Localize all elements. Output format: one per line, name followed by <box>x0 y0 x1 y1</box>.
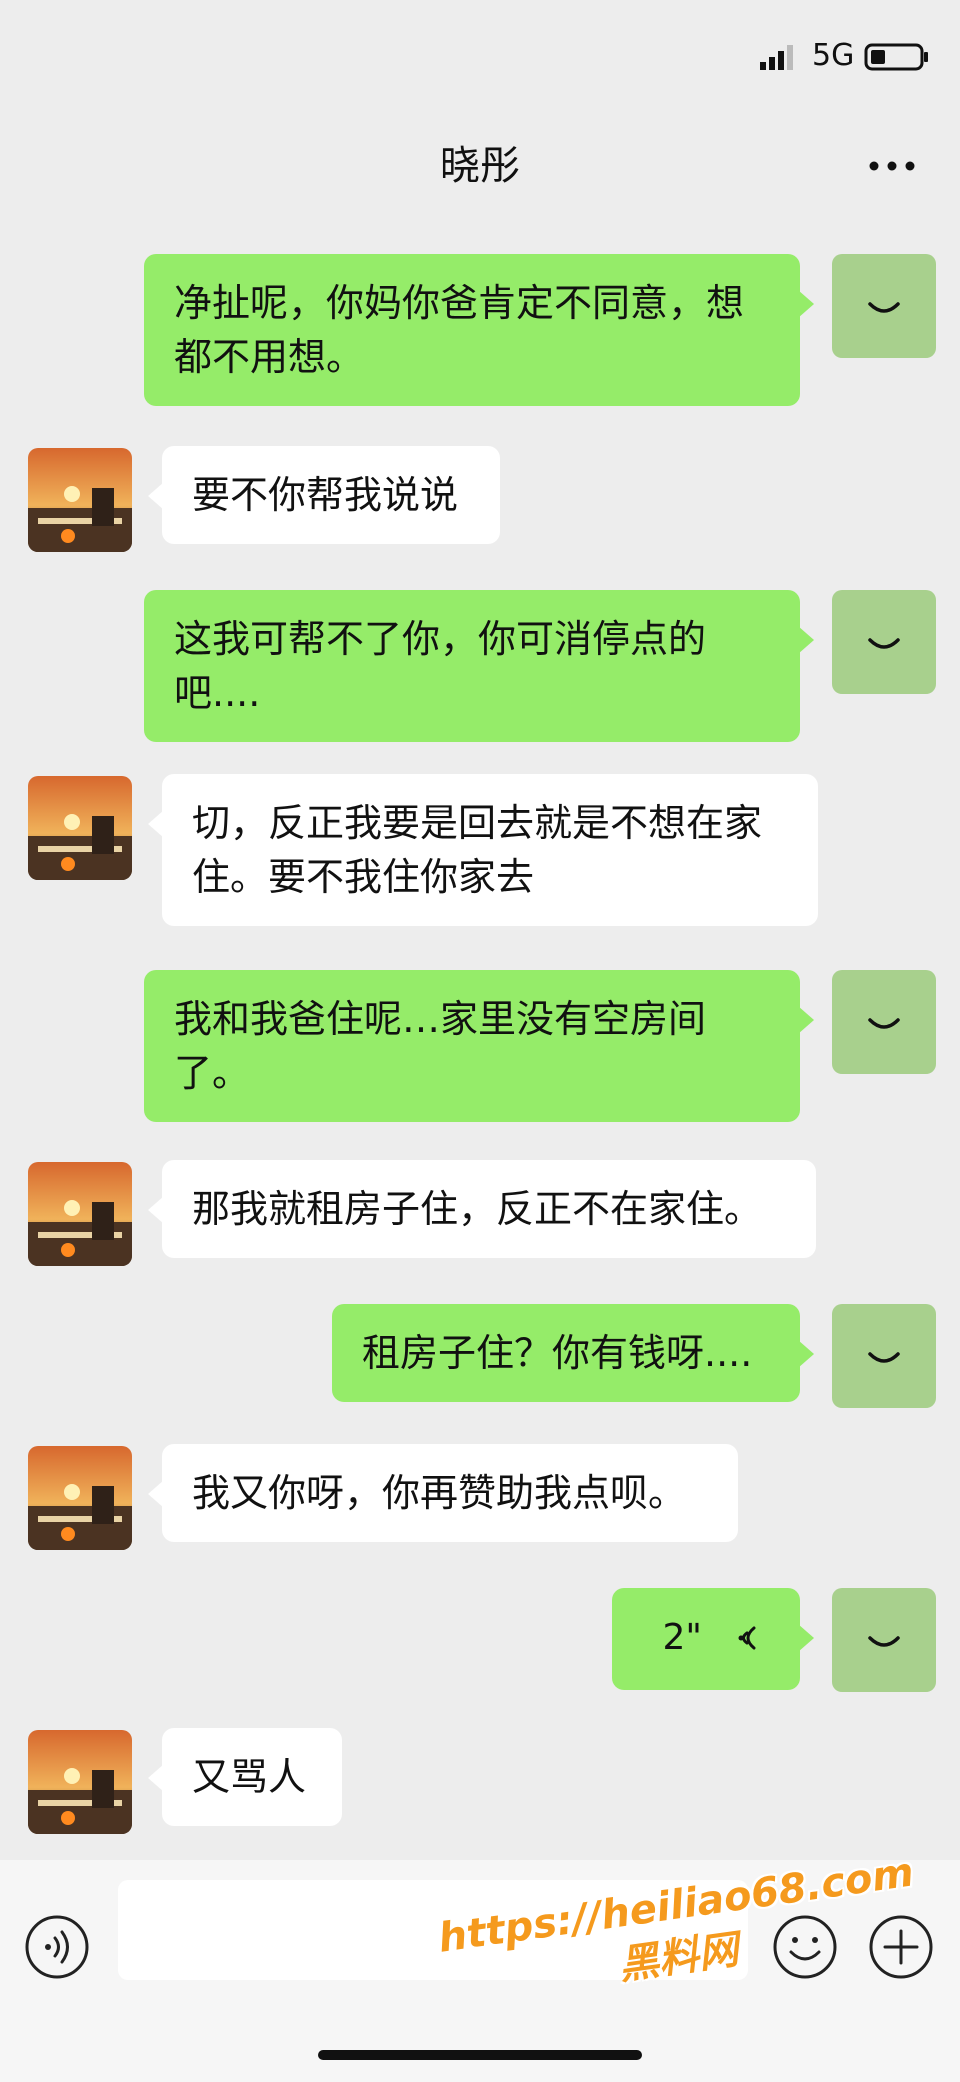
message-bubble-outgoing[interactable]: 这我可帮不了你，你可消停点的吧.... <box>144 590 814 742</box>
message-text: 净扯呢，你妈你爸肯定不同意，想都不用想。 <box>174 281 745 379</box>
message-bubble-outgoing[interactable]: 租房子住？你有钱呀.... <box>332 1304 814 1402</box>
message-text: 切，反正我要是回去就是不想在家住。要不我住你家去 <box>192 801 763 899</box>
my-avatar[interactable] <box>832 1304 936 1408</box>
signal-bars-icon <box>760 45 793 70</box>
message-bubble-incoming[interactable]: 那我就租房子住，反正不在家住。 <box>148 1160 816 1258</box>
message-bubble-outgoing[interactable]: 我和我爸住呢…家里没有空房间了。 <box>144 970 814 1122</box>
voice-message-bubble[interactable]: 2" <box>612 1588 814 1690</box>
message-bubble-outgoing[interactable]: 净扯呢，你妈你爸肯定不同意，想都不用想。 <box>144 254 814 406</box>
network-type: 5G <box>812 38 855 73</box>
contact-avatar[interactable] <box>28 1162 132 1266</box>
status-bar: 5G <box>0 0 960 110</box>
my-avatar[interactable] <box>832 1588 936 1692</box>
home-indicator[interactable] <box>318 2050 642 2060</box>
my-avatar[interactable] <box>832 254 936 358</box>
message-text: 又骂人 <box>192 1755 307 1799</box>
contact-avatar[interactable] <box>28 1446 132 1550</box>
message-bubble-incoming[interactable]: 要不你帮我说说 <box>148 446 500 544</box>
contact-name: 晓彤 <box>440 143 520 189</box>
chat-screen: 5G 晓彤 净扯呢，你妈你爸肯定不同意，想都不用想。 要不你帮我说说 这我可帮不… <box>0 0 960 2082</box>
my-avatar[interactable] <box>832 590 936 694</box>
message-text: 要不你帮我说说 <box>192 473 459 517</box>
voice-wave-icon <box>738 1626 756 1650</box>
contact-avatar[interactable] <box>28 776 132 880</box>
message-bubble-incoming[interactable]: 我又你呀，你再赞助我点呗。 <box>148 1444 738 1542</box>
chat-header: 晓彤 <box>0 110 960 220</box>
my-avatar[interactable] <box>832 970 936 1074</box>
battery-icon <box>864 43 928 71</box>
message-text: 租房子住？你有钱呀.... <box>362 1331 753 1375</box>
message-text: 我又你呀，你再赞助我点呗。 <box>192 1471 687 1515</box>
message-text: 这我可帮不了你，你可消停点的吧.... <box>174 617 707 715</box>
voice-toggle-icon[interactable] <box>24 1914 90 1980</box>
message-list[interactable]: 净扯呢，你妈你爸肯定不同意，想都不用想。 要不你帮我说说 这我可帮不了你，你可消… <box>0 220 960 1860</box>
message-text: 那我就租房子住，反正不在家住。 <box>192 1187 763 1231</box>
more-dots-icon[interactable] <box>864 148 920 184</box>
message-bubble-incoming[interactable]: 又骂人 <box>148 1728 342 1826</box>
contact-avatar[interactable] <box>28 1730 132 1834</box>
message-text: 我和我爸住呢…家里没有空房间了。 <box>174 997 707 1095</box>
voice-duration: 2" <box>662 1617 702 1658</box>
message-bubble-incoming[interactable]: 切，反正我要是回去就是不想在家住。要不我住你家去 <box>148 774 818 926</box>
contact-avatar[interactable] <box>28 448 132 552</box>
